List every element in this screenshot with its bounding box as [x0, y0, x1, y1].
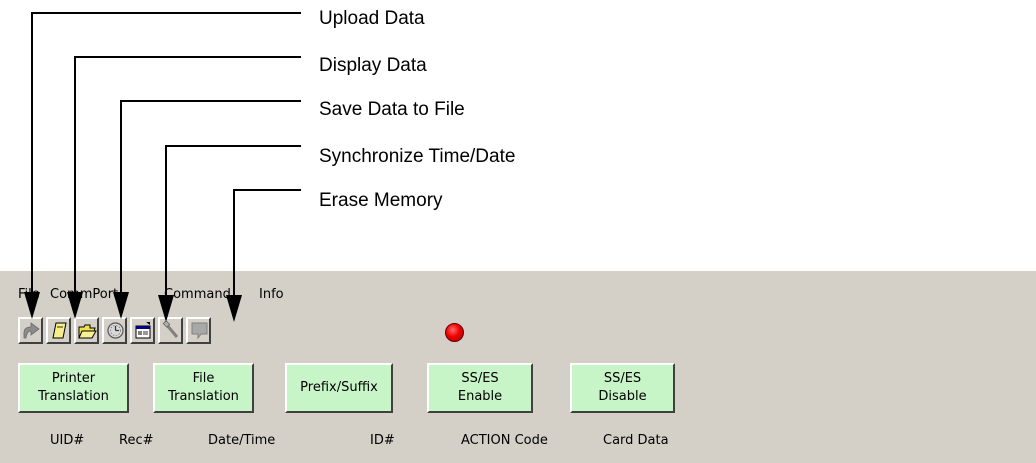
status-led-indicator [445, 323, 464, 342]
printer-translation-line1: Printer [51, 371, 96, 386]
blank-page-icon [191, 322, 208, 340]
annotation-save-data: Save Data to File [319, 99, 465, 120]
erase-memory-button[interactable] [158, 317, 183, 344]
upload-arrow-icon [23, 322, 40, 339]
column-header-datetime: Date/Time [208, 433, 276, 448]
prefix-suffix-button[interactable]: Prefix/Suffix [285, 363, 393, 413]
ss-es-disable-button[interactable]: SS/ES Disable [570, 363, 675, 413]
open-folder-icon [78, 324, 97, 339]
annotation-erase-memory: Erase Memory [319, 190, 443, 211]
app-window: File CommPort Command Info Printer Trans… [0, 271, 1036, 463]
annotation-upload-data: Upload Data [319, 8, 425, 29]
annotation-sync-time: Synchronize Time/Date [319, 146, 516, 167]
clock-icon [107, 322, 124, 339]
save-data-button[interactable] [74, 317, 99, 344]
file-translation-button[interactable]: File Translation [153, 363, 254, 413]
display-data-button[interactable] [46, 317, 71, 344]
column-header-rec: Rec# [119, 433, 154, 448]
printer-translation-line2: Translation [38, 389, 109, 404]
column-header-uid: UID# [50, 433, 85, 448]
properties-icon [135, 322, 151, 339]
eraser-icon [162, 321, 179, 338]
ss-es-enable-button[interactable]: SS/ES Enable [427, 363, 533, 413]
callout-line-upload [31, 12, 301, 293]
prefix-suffix-label: Prefix/Suffix [300, 380, 378, 395]
menu-commport[interactable]: CommPort [50, 287, 118, 302]
annotation-display-data: Display Data [319, 55, 427, 76]
menu-command[interactable]: Command [164, 287, 231, 302]
file-translation-line2: Translation [168, 389, 239, 404]
ss-es-enable-line2: Enable [457, 389, 503, 404]
printer-translation-button[interactable]: Printer Translation [18, 363, 129, 413]
ss-es-disable-line2: Disable [598, 389, 647, 404]
document-icon [52, 322, 67, 339]
disabled-button[interactable] [186, 317, 211, 344]
column-header-action-code: ACTION Code [461, 433, 548, 448]
column-header-card-data: Card Data [603, 433, 669, 448]
properties-button[interactable] [130, 317, 155, 344]
upload-data-button[interactable] [18, 317, 43, 344]
ss-es-disable-line1: SS/ES [603, 371, 642, 386]
ss-es-enable-line1: SS/ES [461, 371, 499, 386]
callout-line-save [120, 100, 301, 293]
callout-line-display [74, 56, 301, 293]
menu-file[interactable]: File [18, 287, 40, 302]
file-translation-line1: File [192, 371, 215, 386]
sync-time-button[interactable] [102, 317, 127, 344]
column-header-id: ID# [370, 433, 395, 448]
menu-info[interactable]: Info [259, 287, 284, 302]
